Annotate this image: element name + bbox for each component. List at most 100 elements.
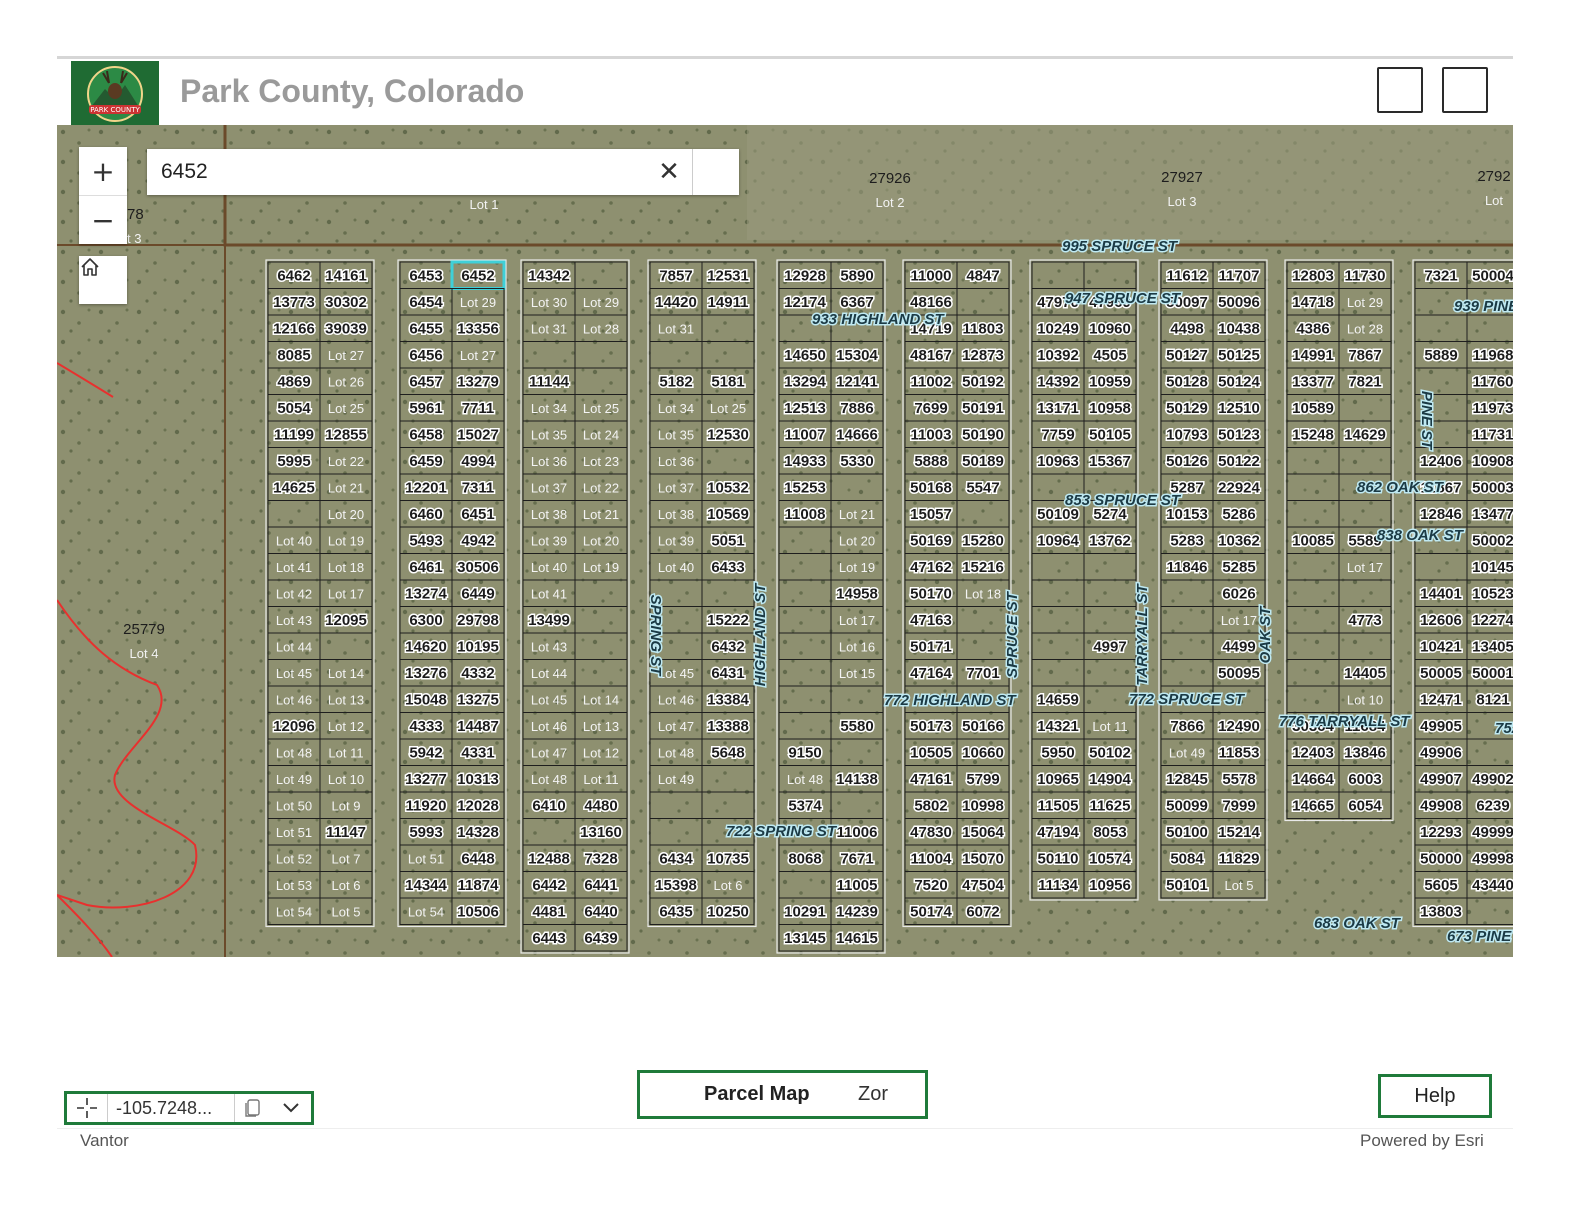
lot-label: Lot 17: [1221, 613, 1257, 628]
lot-label: Lot 25: [710, 401, 746, 416]
parcel-id-label: 50190: [962, 426, 1004, 443]
parcel-id-label: 10793: [1166, 426, 1208, 443]
parcel-id-label: 12490: [1218, 718, 1260, 735]
parcel-id-label: 7867: [1348, 347, 1381, 364]
lot-label: Lot 26: [328, 374, 364, 389]
parcel-id-label: 12403: [1292, 744, 1334, 761]
parcel-id-label: 4333: [409, 718, 442, 735]
search-submit-button[interactable]: [692, 149, 739, 195]
parcel-id-label: 10908: [1472, 453, 1513, 470]
parcel-id-label: 6453: [409, 267, 442, 284]
parcel-id-label: 47830: [910, 824, 952, 841]
header-button-1[interactable]: [1377, 67, 1423, 113]
parcel-id-label: 7311: [462, 479, 495, 496]
parcel-id-label: 6433: [711, 559, 744, 576]
parcel-id-label: 13773: [273, 294, 315, 311]
esri-attribution[interactable]: Powered by Esri: [1360, 1131, 1484, 1151]
parcel-id-label: 29798: [457, 612, 499, 629]
lot-label: Lot 4: [130, 646, 159, 661]
parcel-id-label: 15398: [655, 877, 697, 894]
clear-icon[interactable]: ✕: [646, 149, 692, 195]
lot-label: Lot 17: [839, 613, 875, 628]
parcel-block: 6453 6452 6454 Lot 29 6455 13356 6456 Lot 27 645…: [397, 259, 507, 928]
lot-label: Lot 31: [658, 321, 694, 336]
copy-icon[interactable]: [234, 1094, 271, 1122]
parcel-id-label: 10145: [1472, 559, 1513, 576]
parcel-id-label: 13477: [1472, 506, 1513, 523]
lot-label: Lot 46: [658, 692, 694, 707]
parcel-id-label: 12928: [784, 267, 826, 284]
parcel-id-label: 30506: [457, 559, 499, 576]
parcel-id-label: 15280: [962, 532, 1004, 549]
parcel-id-label: 50124: [1218, 373, 1260, 390]
lot-label: Lot 13: [583, 719, 619, 734]
parcel-id-label: 6443: [532, 930, 565, 947]
parcel-id-label: 43440: [1472, 877, 1513, 894]
parcel-id-label: 15304: [836, 347, 878, 364]
parcel-id-label: 5889: [1424, 347, 1457, 364]
parcel-id-label: 5493: [409, 532, 442, 549]
parcel-id-label: 4942: [461, 532, 494, 549]
parcel-block: 11000 48474816614719 1180348167 1287311002 5…: [902, 259, 1012, 928]
parcel-id-label: 14405: [1344, 665, 1386, 682]
parcel-id-label: 7999: [1222, 797, 1255, 814]
parcel-id-label: 5802: [914, 797, 947, 814]
parcel-id-label: 4773: [1348, 612, 1381, 629]
tab-parcel-map[interactable]: Parcel Map: [704, 1083, 810, 1106]
lot-label: Lot 10: [328, 772, 364, 787]
lot-label: Lot 46: [531, 719, 567, 734]
parcel-id-label: 50168: [910, 479, 952, 496]
parcel-id-label: 10532: [707, 479, 749, 496]
chevron-down-icon[interactable]: [271, 1102, 311, 1114]
lot-label: Lot 41: [276, 560, 312, 575]
zoom-in-button[interactable]: +: [79, 147, 127, 195]
parcel-id-label: 14665: [1292, 797, 1334, 814]
parcel-id-label: 6452: [461, 267, 494, 284]
parcel-block: 11612 1170750097 500964498 1043850127 501255…: [1158, 259, 1268, 901]
parcel-id-label: 11707: [1219, 267, 1260, 284]
parcel-id-label: 50189: [962, 453, 1004, 470]
parcel-id-label: 5181: [711, 373, 744, 390]
parcel-id-label: 49905: [1420, 718, 1462, 735]
parcel-id-label: 7711: [462, 400, 495, 417]
parcel-id-label: 27926: [869, 170, 911, 187]
lot-label: Lot 48: [658, 745, 694, 760]
parcel-id-label: 6072: [966, 903, 999, 920]
parcel-id-label: 7857: [659, 267, 692, 284]
map-view[interactable]: 27926 Lot 2 27927 Lot 3 2792 Lot Lot 1 5778 Lot …: [57, 125, 1513, 957]
lot-label: Lot 6: [714, 878, 743, 893]
parcel-id-label: 4331: [461, 744, 494, 761]
parcel-id-label: 50003: [1472, 479, 1513, 496]
lot-label: Lot 35: [531, 427, 567, 442]
search-input[interactable]: [147, 149, 646, 195]
parcel-id-label: 7759: [1041, 426, 1074, 443]
parcel-id-label: 12873: [962, 347, 1004, 364]
help-button[interactable]: Help: [1378, 1074, 1492, 1118]
tab-zoning[interactable]: Zor: [858, 1083, 888, 1106]
parcel-id-label: 10959: [1089, 373, 1131, 390]
parcel-id-label: 4498: [1170, 320, 1203, 337]
header-button-2[interactable]: [1442, 67, 1488, 113]
parcel-id-label: 5547: [966, 479, 999, 496]
parcel-id-label: 12488: [528, 850, 570, 867]
parcel-id-label: 22924: [1218, 479, 1260, 496]
parcel-id-label: 5648: [711, 744, 744, 761]
home-button[interactable]: [79, 256, 127, 304]
parcel-id-label: 10250: [707, 903, 749, 920]
parcel-id-label: 11002: [911, 373, 952, 390]
parcel-id-label: 14629: [1344, 426, 1386, 443]
parcel-id-label: 13275: [457, 691, 499, 708]
map-canvas[interactable]: 27926Lot 227927Lot 32792LotLot 15778Lot …: [57, 125, 1513, 957]
parcel-id-label: 6448: [461, 850, 494, 867]
parcel-id-label: 14958: [836, 585, 878, 602]
svg-text:PARK COUNTY: PARK COUNTY: [90, 106, 140, 114]
parcel-id-label: 11144: [529, 373, 570, 390]
parcel-id-label: 6454: [409, 294, 443, 311]
lot-label: Lot 40: [658, 560, 694, 575]
lot-label: Lot 2: [876, 195, 905, 210]
zoom-out-button[interactable]: −: [79, 195, 127, 244]
lot-label: Lot 19: [583, 560, 619, 575]
lot-label: Lot 6: [332, 878, 361, 893]
crosshair-icon[interactable]: [67, 1094, 108, 1122]
parcel-id-label: 11803: [963, 320, 1004, 337]
